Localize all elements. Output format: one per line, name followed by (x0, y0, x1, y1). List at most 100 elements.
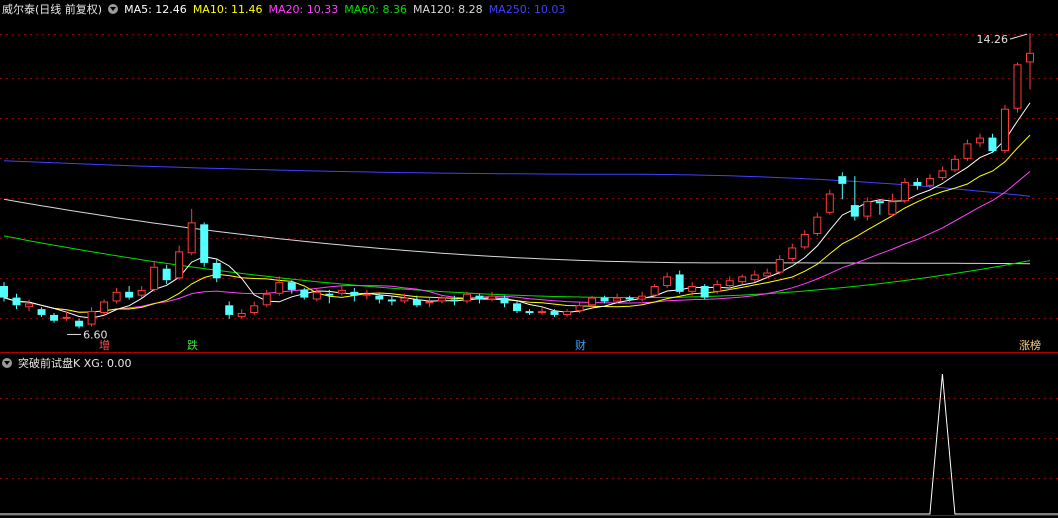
candle (12, 293, 21, 310)
candle-body-down (988, 137, 997, 152)
candle-body-up (763, 272, 772, 277)
candle-body-up (250, 305, 259, 314)
candle-body-up (362, 293, 371, 296)
ma20-line (3, 171, 1031, 313)
candle-body-up (800, 233, 809, 248)
event-marker[interactable]: 财 (574, 340, 587, 352)
candle-body-up (62, 316, 71, 319)
candle-body-down (75, 320, 84, 327)
candle (1013, 62, 1022, 113)
candle (513, 301, 521, 314)
candle-body-up (963, 143, 972, 159)
candle-body-down (913, 181, 922, 186)
candle-body-up (713, 284, 722, 292)
candle (312, 287, 321, 302)
candle-body-up (87, 311, 96, 325)
candle-body-up (588, 297, 597, 306)
high-arrow (1009, 33, 1028, 40)
candle-body-up (900, 181, 909, 202)
candle-body-down (700, 286, 709, 298)
candle (212, 259, 221, 283)
stock-chart[interactable]: 14.26 6.60 威尔泰(日线 前复权) MA5: 12.46 MA10: 11… (0, 0, 1058, 518)
candle-body-down (0, 286, 8, 298)
candle (75, 318, 84, 329)
candle-body-up (738, 276, 747, 283)
ma-legend: MA5: 12.46 MA10: 11.46 MA20: 10.33 MA60: 8.… (124, 3, 571, 16)
candle (125, 286, 134, 300)
candle-body-up (1013, 64, 1022, 109)
candle-body-up (100, 301, 109, 314)
candle (100, 299, 109, 315)
candle-body-down (325, 293, 334, 296)
event-marker[interactable]: 跌 (186, 340, 199, 352)
candle-body-up (925, 178, 934, 186)
candle-body-down (600, 297, 609, 302)
candle (1000, 104, 1009, 154)
high-price-label: 14.26 (977, 33, 1009, 46)
candle-body-up (437, 297, 446, 302)
candle-body-down (838, 176, 847, 184)
candle-body-up (538, 311, 547, 314)
candle-body-down (850, 205, 859, 217)
candle-body-up (725, 280, 734, 287)
candle-body-down (225, 305, 234, 315)
candle (975, 133, 984, 148)
candle-body-down (450, 299, 459, 302)
candle (963, 139, 972, 161)
candle-body-down (287, 282, 296, 290)
candle (775, 255, 784, 275)
candle (87, 307, 96, 327)
candle (538, 307, 547, 315)
candle (412, 295, 421, 308)
candle-body-up (863, 201, 872, 217)
candle (988, 133, 997, 154)
stock-title: 威尔泰(日线 前复权) (2, 3, 103, 16)
candle-body-down (412, 299, 421, 306)
candle-body-up (788, 247, 797, 260)
grid-lines (0, 34, 1058, 516)
candle (1026, 33, 1034, 90)
candle-body-down (162, 268, 171, 281)
main-header: 威尔泰(日线 前复权) MA5: 12.46 MA10: 11.46 MA20: 1… (2, 1, 571, 17)
candle (150, 260, 159, 292)
event-marker[interactable]: 涨榜 (1018, 340, 1042, 352)
candle-body-up (175, 251, 184, 279)
candle (225, 301, 234, 319)
candle-body-up (950, 158, 959, 171)
candle-body-up (1000, 108, 1009, 152)
candle-body-up (337, 289, 346, 294)
candle (387, 295, 396, 306)
xg-signal-line (0, 373, 1058, 515)
candle (175, 245, 184, 281)
candle-body-up (975, 137, 984, 144)
ma-legend-item: MA120: 8.28 (412, 2, 483, 16)
ma-legend-item: MA5: 12.46 (124, 2, 187, 16)
candle-body-up (112, 291, 121, 302)
candle (337, 286, 346, 296)
indicator-header: 突破前试盘K XG: 0.00 (2, 355, 137, 371)
candle-body-down (475, 295, 484, 300)
candle-body-up (137, 289, 146, 296)
candle-body-down (513, 303, 521, 312)
candle (900, 178, 909, 204)
ma250-line (3, 160, 1031, 197)
candle-body-down (375, 295, 384, 300)
dropdown-circle-icon[interactable] (2, 358, 12, 368)
dropdown-circle-icon[interactable] (108, 4, 119, 14)
candle (600, 295, 609, 304)
candle-body-down (212, 262, 221, 279)
candle (50, 313, 59, 323)
signal-indicator (0, 373, 1058, 515)
candle (362, 289, 371, 300)
candle-body-up (312, 291, 321, 300)
event-marker[interactable]: 增 (98, 340, 111, 352)
candle (187, 208, 196, 256)
candle (638, 291, 647, 302)
ma-legend-item: MA250: 10.03 (488, 2, 566, 16)
candle-body-up (400, 297, 409, 302)
candle-body-down (500, 297, 509, 304)
candle-body-up (25, 303, 34, 308)
candle (788, 243, 797, 261)
candle (700, 284, 709, 300)
candle-body-up (563, 311, 572, 315)
